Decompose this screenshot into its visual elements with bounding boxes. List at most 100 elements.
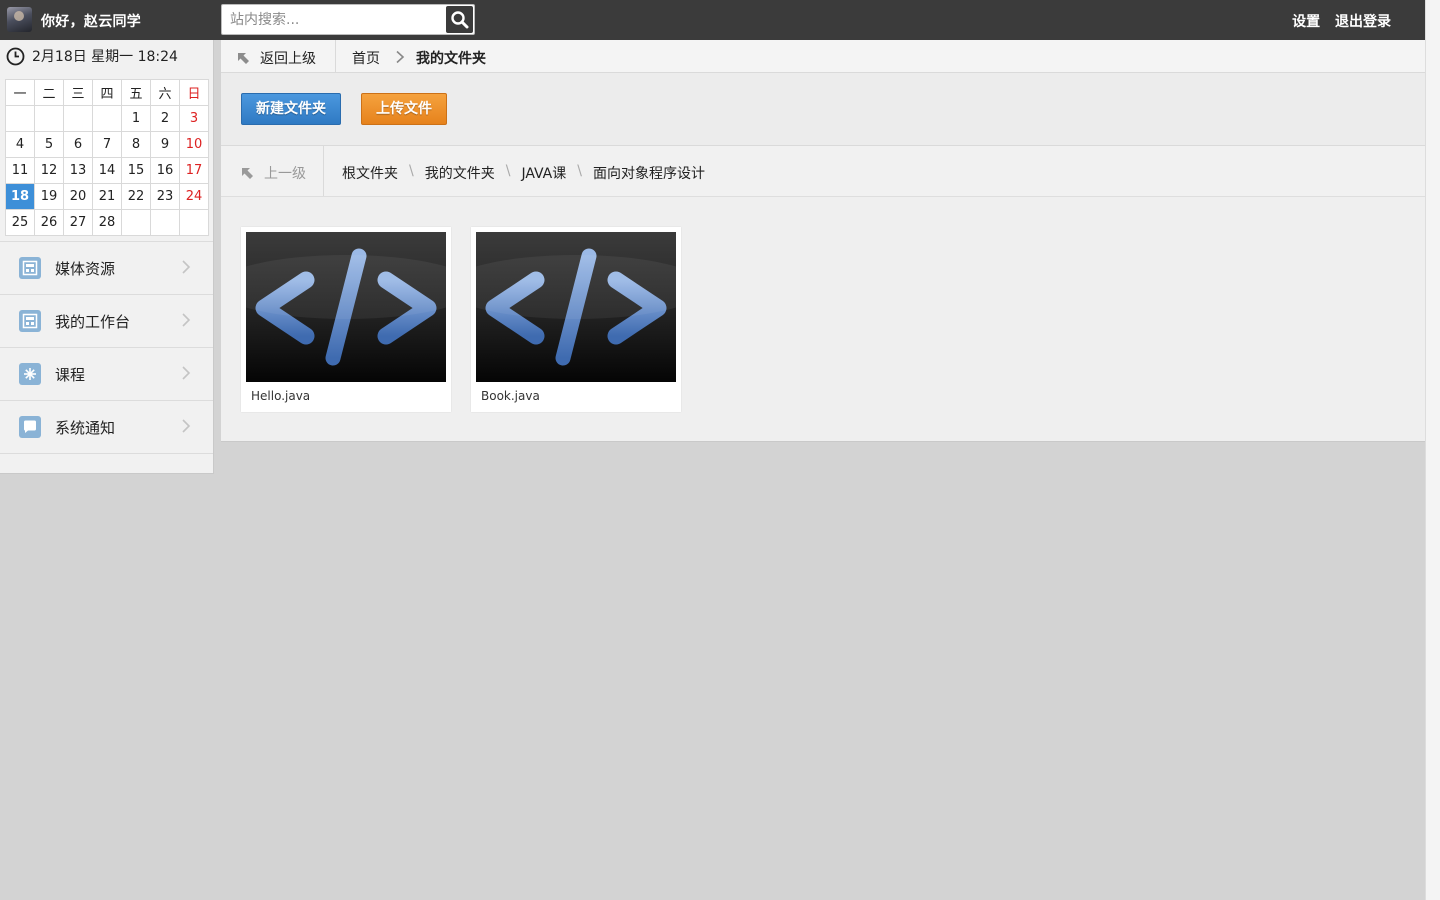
path-segment-my-folder[interactable]: 我的文件夹: [425, 163, 495, 183]
calendar-day[interactable]: 9: [150, 131, 180, 158]
path-separator: \: [409, 163, 414, 179]
calendar-day[interactable]: 21: [92, 183, 122, 210]
upload-file-button[interactable]: 上传文件: [361, 93, 447, 125]
search-input[interactable]: [230, 5, 440, 34]
calendar-day[interactable]: 4: [5, 131, 35, 158]
calendar: 一 二 三 四 五 六 日 1 2 3 4 5 6 7 8 9 10 11 12…: [5, 79, 209, 236]
file-name: Hello.java: [251, 389, 311, 403]
sidebar-item-media[interactable]: 媒体资源: [0, 241, 213, 294]
calendar-week-row: 4 5 6 7 8 9 10: [5, 131, 209, 158]
calendar-day[interactable]: 7: [92, 131, 122, 158]
calendar-day[interactable]: 27: [63, 209, 93, 236]
calendar-day[interactable]: 5: [34, 131, 64, 158]
chevron-right-icon: [182, 366, 191, 380]
arrow-up-left-icon: [238, 53, 249, 64]
chevron-right-icon: [396, 50, 405, 64]
calendar-week-row: 11 12 13 14 15 16 17: [5, 157, 209, 184]
weekday-label: 一: [5, 79, 35, 106]
datetime-text: 2月18日 星期一 18:24: [32, 49, 178, 65]
weekday-label: 四: [92, 79, 122, 106]
calendar-day: [5, 105, 35, 132]
path-segment-java[interactable]: JAVA课: [521, 163, 566, 183]
calendar-day[interactable]: 2: [150, 105, 180, 132]
parent-folder-link[interactable]: 上一级: [240, 163, 306, 183]
calendar-day[interactable]: 11: [5, 157, 35, 184]
sidebar-nav: 媒体资源 我的工作台 课程 系统通知: [0, 241, 213, 454]
sidebar-item-workbench[interactable]: 我的工作台: [0, 294, 213, 347]
breadcrumb-current: 我的文件夹: [416, 51, 486, 67]
search-icon: [451, 11, 469, 29]
settings-link[interactable]: 设置: [1292, 14, 1320, 30]
media-icon: [19, 257, 41, 279]
scrollbar-track[interactable]: [1425, 0, 1440, 900]
datetime: 2月18日 星期一 18:24: [6, 46, 178, 66]
back-link-label: 返回上级: [260, 51, 316, 67]
calendar-day[interactable]: 19: [34, 183, 64, 210]
calendar-day[interactable]: 3: [179, 105, 209, 132]
breadcrumb-home[interactable]: 首页: [352, 48, 380, 68]
calendar-day[interactable]: 1: [121, 105, 151, 132]
top-bar: 你好，赵云同学 设置 退出登录: [0, 0, 1425, 40]
file-item[interactable]: Book.java: [471, 227, 681, 412]
calendar-day[interactable]: 23: [150, 183, 180, 210]
sidebar-item-label: 系统通知: [55, 419, 116, 437]
path-segment-oop[interactable]: 面向对象程序设计: [593, 163, 705, 183]
top-links: 设置 退出登录: [1282, 11, 1391, 31]
calendar-day-today[interactable]: 18: [5, 183, 35, 210]
sidebar-item-course[interactable]: 课程: [0, 347, 213, 400]
divider: [323, 146, 324, 196]
calendar-day[interactable]: 26: [34, 209, 64, 236]
file-item[interactable]: Hello.java: [241, 227, 451, 412]
calendar-day[interactable]: 12: [34, 157, 64, 184]
sidebar-item-label: 课程: [55, 366, 86, 384]
toolbar: 新建文件夹 上传文件: [221, 73, 1425, 146]
breadcrumb: 返回上级 首页 我的文件夹: [221, 40, 1425, 73]
calendar-day: [34, 105, 64, 132]
calendar-day[interactable]: 13: [63, 157, 93, 184]
calendar-day[interactable]: 28: [92, 209, 122, 236]
code-file-icon: [476, 232, 676, 382]
chevron-right-icon: [182, 419, 191, 433]
course-icon: [19, 363, 41, 385]
sidebar-item-label: 媒体资源: [55, 260, 116, 278]
calendar-day[interactable]: 24: [179, 183, 209, 210]
new-folder-button[interactable]: 新建文件夹: [241, 93, 341, 125]
logout-link[interactable]: 退出登录: [1335, 14, 1391, 30]
calendar-day: [92, 105, 122, 132]
calendar-day[interactable]: 14: [92, 157, 122, 184]
calendar-day[interactable]: 17: [179, 157, 209, 184]
sidebar-item-label: 我的工作台: [55, 313, 131, 331]
file-name: Book.java: [481, 389, 540, 403]
path-separator: \: [577, 163, 582, 179]
calendar-header-row: 一 二 三 四 五 六 日: [5, 79, 209, 106]
calendar-day[interactable]: 15: [121, 157, 151, 184]
calendar-week-row: 18 19 20 21 22 23 24: [5, 183, 209, 210]
search-box: [221, 4, 475, 35]
weekday-label: 二: [34, 79, 64, 106]
file-grid: Hello.java Book.java: [241, 227, 701, 412]
workbench-icon: [19, 310, 41, 332]
calendar-day: [63, 105, 93, 132]
calendar-day[interactable]: 16: [150, 157, 180, 184]
calendar-day[interactable]: 25: [5, 209, 35, 236]
calendar-day[interactable]: 10: [179, 131, 209, 158]
divider: [335, 40, 336, 72]
search-button[interactable]: [446, 6, 473, 33]
folder-path: 根文件夹 \ 我的文件夹 \ JAVA课 \ 面向对象程序设计: [342, 163, 705, 183]
sidebar: 2月18日 星期一 18:24 一 二 三 四 五 六 日 1 2 3 4 5 …: [0, 40, 214, 474]
code-file-icon: [246, 232, 446, 382]
calendar-day[interactable]: 22: [121, 183, 151, 210]
notification-icon: [19, 416, 41, 438]
calendar-week-row: 1 2 3: [5, 105, 209, 132]
weekday-label: 三: [63, 79, 93, 106]
sidebar-item-notification[interactable]: 系统通知: [0, 400, 213, 454]
avatar[interactable]: [7, 7, 32, 32]
weekday-label: 日: [179, 79, 209, 106]
calendar-week-row: 25 26 27 28: [5, 209, 209, 236]
path-segment-root[interactable]: 根文件夹: [342, 163, 398, 183]
back-link[interactable]: 返回上级: [236, 48, 316, 68]
calendar-day[interactable]: 20: [63, 183, 93, 210]
arrow-up-left-icon: [242, 168, 253, 179]
calendar-day[interactable]: 6: [63, 131, 93, 158]
calendar-day[interactable]: 8: [121, 131, 151, 158]
